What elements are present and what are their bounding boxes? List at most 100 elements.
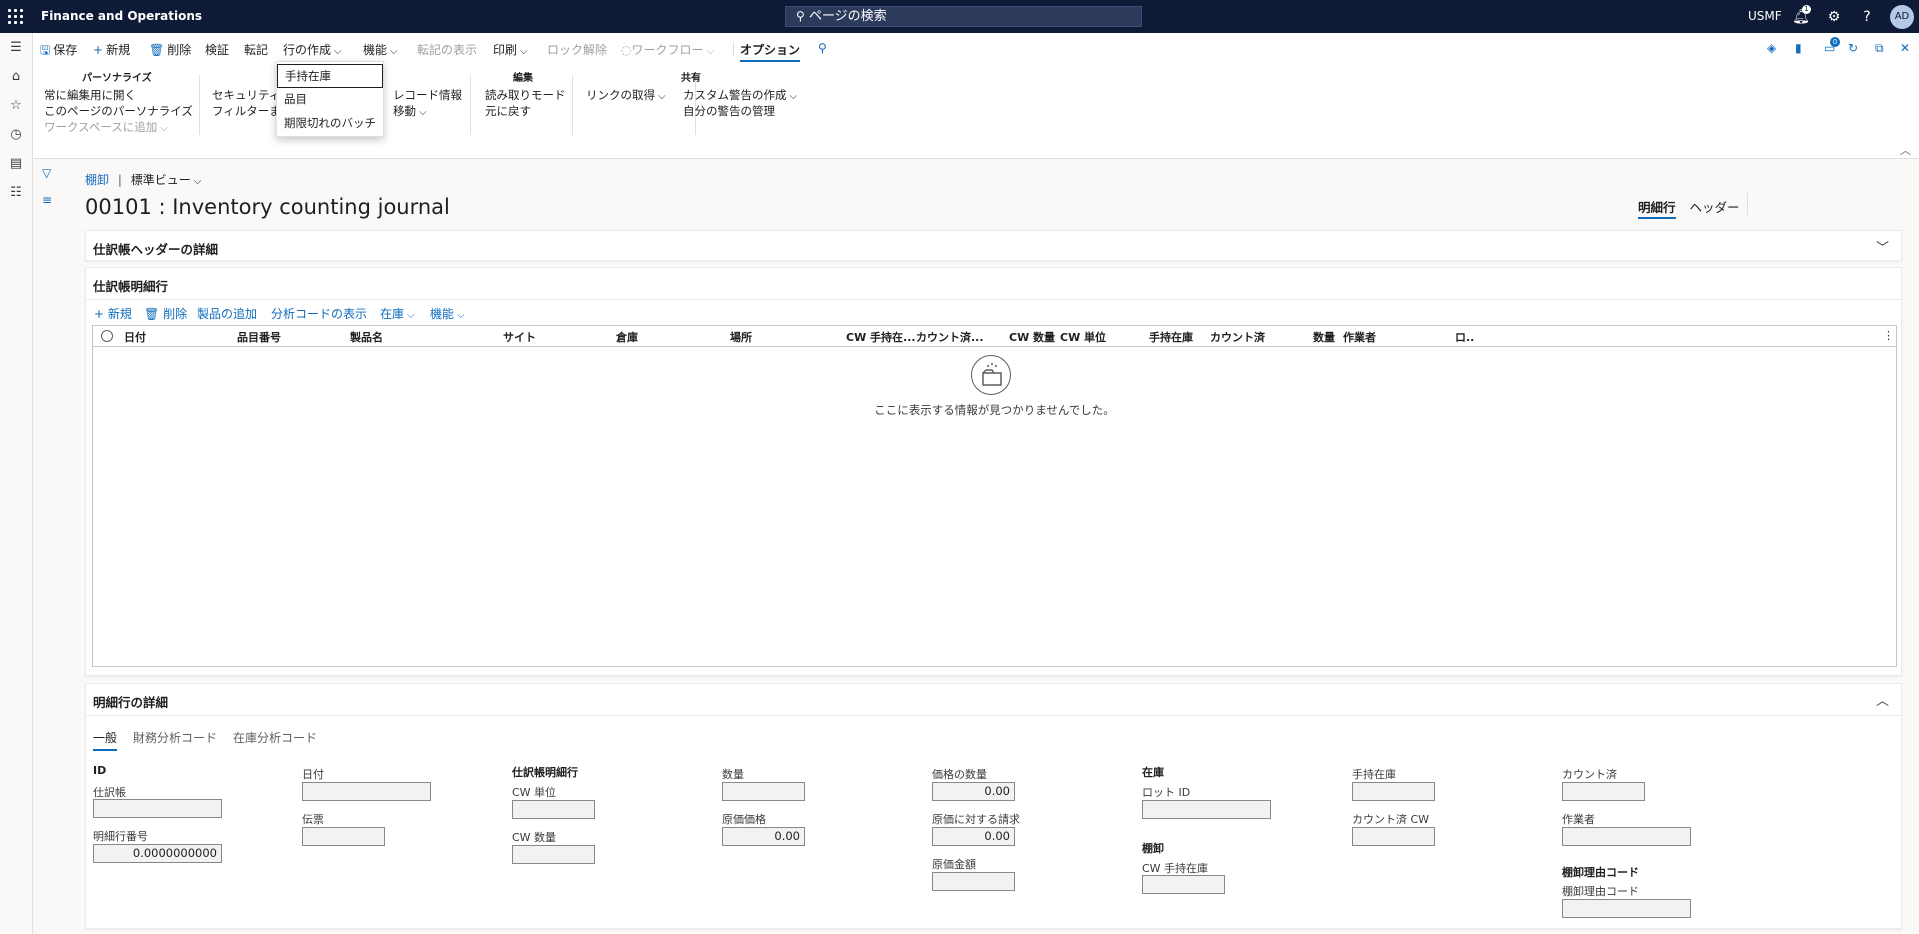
- lot-id-field[interactable]: [1142, 800, 1271, 819]
- always-open-for-edit-button[interactable]: 常に編集用に開く: [44, 87, 136, 103]
- tab-inventory-dimensions[interactable]: 在庫分析コード: [233, 729, 317, 746]
- column-header[interactable]: CW 手持在...: [846, 329, 916, 345]
- column-header[interactable]: CW 単位: [1060, 329, 1106, 345]
- new-button[interactable]: + 新規: [93, 41, 130, 58]
- go-to-menu[interactable]: 移動: [393, 103, 427, 119]
- app-launcher-icon[interactable]: [8, 9, 24, 25]
- home-icon[interactable]: ⌂: [8, 69, 24, 85]
- cw-unit-field[interactable]: [512, 800, 595, 819]
- cost-amount-field[interactable]: [932, 872, 1015, 891]
- favorites-star-icon[interactable]: ☆: [8, 98, 24, 114]
- tab-financial-dimensions[interactable]: 財務分析コード: [133, 729, 217, 746]
- office-icon[interactable]: ▮: [1795, 41, 1802, 55]
- revert-button[interactable]: 元に戻す: [485, 103, 531, 119]
- tab-header[interactable]: ヘッダー: [1690, 200, 1740, 215]
- add-products-button[interactable]: 製品の追加: [197, 305, 257, 322]
- power-apps-icon[interactable]: ◈: [1767, 41, 1776, 55]
- cost-price-field[interactable]: 0.00: [722, 827, 805, 846]
- company-picker[interactable]: USMF: [1748, 9, 1782, 23]
- tab-general[interactable]: 一般: [93, 729, 118, 751]
- date-field[interactable]: [302, 782, 431, 801]
- delete-button[interactable]: 🗑︎ 削除: [149, 41, 191, 58]
- show-posting-button[interactable]: 転記の表示: [417, 41, 477, 58]
- counted-cw-field[interactable]: [1352, 827, 1435, 846]
- quantity-field[interactable]: [722, 782, 805, 801]
- create-custom-alert-menu[interactable]: カスタム警告の作成: [683, 87, 797, 103]
- column-header[interactable]: 数量: [1313, 329, 1335, 345]
- functions-menu[interactable]: 機能: [363, 41, 398, 58]
- help-icon[interactable]: ?: [1858, 8, 1876, 26]
- column-header[interactable]: 製品名: [350, 329, 383, 345]
- read-mode-button[interactable]: 読み取りモード: [485, 87, 566, 103]
- grid-functions-menu[interactable]: 機能: [430, 305, 465, 322]
- breadcrumb-link[interactable]: 棚卸: [85, 173, 109, 187]
- column-header[interactable]: 場所: [730, 329, 752, 345]
- get-link-menu[interactable]: リンクの取得: [586, 87, 666, 103]
- column-header[interactable]: 手持在庫: [1149, 329, 1193, 345]
- line-number-field[interactable]: 0.0000000000: [93, 844, 222, 863]
- column-header[interactable]: 倉庫: [616, 329, 638, 345]
- list-view-icon[interactable]: ≡: [42, 193, 52, 207]
- counted-field[interactable]: [1562, 782, 1645, 801]
- refresh-icon[interactable]: ↻: [1848, 41, 1858, 55]
- user-avatar[interactable]: AD: [1890, 5, 1914, 29]
- workflow-menu[interactable]: ◌ワークフロー: [621, 41, 714, 58]
- cw-quantity-field[interactable]: [512, 845, 595, 864]
- search-actions-icon[interactable]: ⚲: [818, 41, 827, 55]
- column-header[interactable]: ロ..: [1455, 329, 1474, 345]
- cost-markup-field[interactable]: 0.00: [932, 827, 1015, 846]
- menu-item-items[interactable]: 品目: [277, 88, 383, 112]
- collapse-action-pane-icon[interactable]: ︿: [1900, 142, 1911, 158]
- validate-button[interactable]: 検証: [205, 41, 229, 58]
- price-quantity-field[interactable]: 0.00: [932, 782, 1015, 801]
- record-info-button[interactable]: レコード情報: [393, 87, 462, 103]
- chevron-down-icon[interactable]: ﹀: [1876, 237, 1889, 256]
- open-new-window-icon[interactable]: ⧉: [1875, 41, 1884, 56]
- settings-gear-icon[interactable]: ⚙: [1825, 8, 1843, 26]
- worker-field[interactable]: [1562, 827, 1691, 846]
- cw-on-hand-field[interactable]: [1142, 875, 1225, 894]
- hamburger-menu-icon[interactable]: ☰: [8, 40, 24, 56]
- select-all-radio[interactable]: [101, 330, 113, 342]
- manage-my-alerts-button[interactable]: 自分の警告の管理: [683, 103, 775, 119]
- create-lines-menu[interactable]: 行の作成: [283, 41, 342, 58]
- voucher-field[interactable]: [302, 827, 385, 846]
- filter-icon[interactable]: ▽: [42, 166, 51, 180]
- column-header[interactable]: カウント済: [1210, 329, 1265, 345]
- inventory-menu[interactable]: 在庫: [380, 305, 415, 322]
- grid-new-button[interactable]: + 新規: [94, 305, 132, 322]
- options-tab[interactable]: オプション: [740, 41, 801, 62]
- filter-button[interactable]: フィルターま: [212, 103, 281, 119]
- column-header[interactable]: CW 数量: [1009, 329, 1055, 345]
- modules-list-icon[interactable]: ☷: [8, 185, 24, 201]
- tab-lines[interactable]: 明細行: [1638, 200, 1676, 219]
- column-header[interactable]: カウント済...: [916, 329, 984, 345]
- menu-item-on-hand[interactable]: 手持在庫: [277, 64, 383, 88]
- menu-item-expired-batches[interactable]: 期限切れのバッチ: [277, 112, 383, 136]
- column-header[interactable]: 日付: [124, 329, 146, 345]
- notifications-bell-icon[interactable]: 🔔︎ 1: [1792, 5, 1811, 26]
- show-dimensions-button[interactable]: 分析コードの表示: [271, 305, 367, 322]
- column-header[interactable]: 作業者: [1343, 329, 1376, 345]
- close-icon[interactable]: ✕: [1900, 41, 1910, 55]
- unlock-button[interactable]: ロック解除: [547, 41, 607, 58]
- on-hand-field[interactable]: [1352, 782, 1435, 801]
- column-header[interactable]: 品目番号: [237, 329, 281, 345]
- column-header[interactable]: サイト: [503, 329, 536, 345]
- journal-field[interactable]: [93, 799, 222, 818]
- counting-reason-code-field[interactable]: [1562, 899, 1691, 918]
- post-button[interactable]: 転記: [244, 41, 268, 58]
- save-button[interactable]: 🖫︎ 保存: [40, 41, 77, 62]
- personalize-page-button[interactable]: このページのパーソナライズ: [44, 103, 193, 119]
- security-button[interactable]: セキュリティ: [212, 87, 280, 103]
- add-to-workspace-menu[interactable]: ワークスペースに追加: [44, 119, 168, 135]
- page-search-input[interactable]: ⚲ ページの検索: [785, 6, 1142, 27]
- grid-delete-button[interactable]: 🗑︎ 削除: [144, 305, 187, 322]
- chevron-up-icon[interactable]: ︿: [1876, 690, 1889, 709]
- attachments-icon[interactable]: ▭ 0: [1824, 37, 1840, 55]
- view-selector[interactable]: 標準ビュー: [131, 173, 202, 187]
- print-menu[interactable]: 印刷: [493, 41, 528, 58]
- workspaces-icon[interactable]: ▤: [8, 156, 24, 172]
- column-options-icon[interactable]: ⋮: [1883, 329, 1894, 342]
- journal-header-details-fasttab[interactable]: 仕訳帳ヘッダーの詳細 ﹀: [85, 230, 1902, 261]
